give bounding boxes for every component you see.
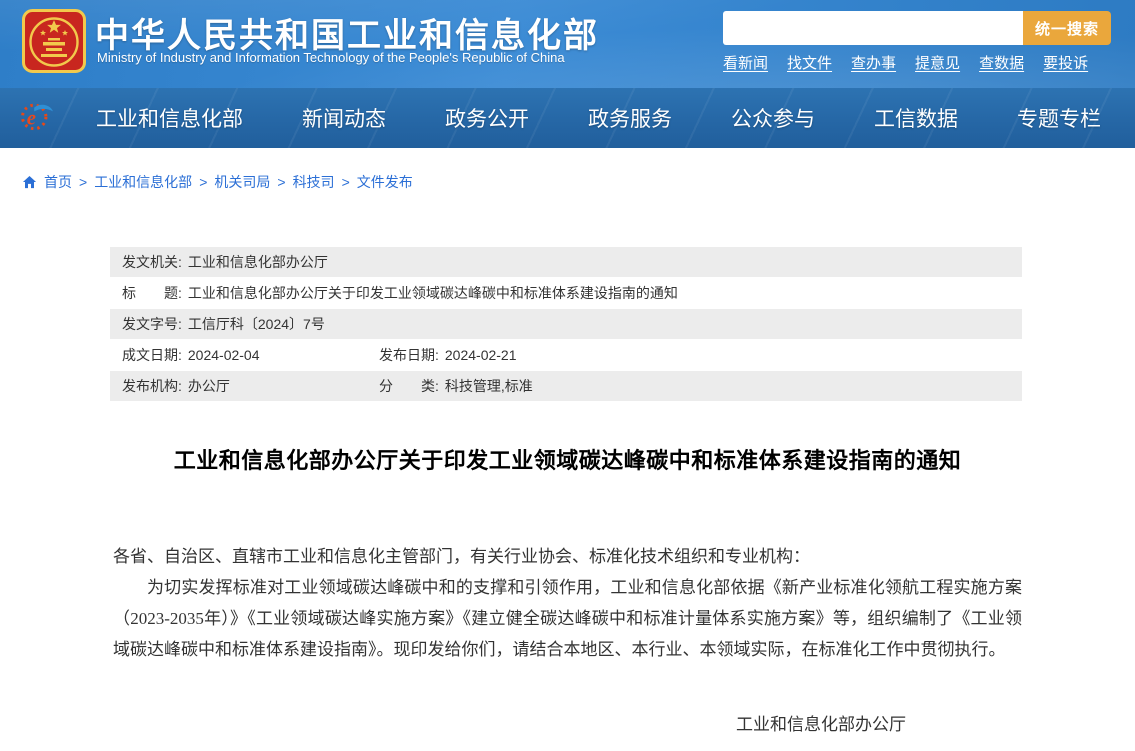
unified-search-button[interactable]: 统一搜索 [1023, 11, 1111, 45]
signature-org: 工业和信息化部办公厅 [736, 709, 1022, 740]
body-paragraph: 为切实发挥标准对工业领域碳达峰碳中和的支撑和引领作用，工业和信息化部依据《新产业… [113, 572, 1022, 665]
nav-item-miit[interactable]: 工业和信息化部 [96, 103, 243, 133]
breadcrumb-home[interactable]: 首页 [44, 172, 72, 192]
quick-link-complaint[interactable]: 要投诉 [1043, 52, 1088, 73]
national-emblem-icon [22, 8, 86, 79]
nav-item-special[interactable]: 专题专栏 [1017, 103, 1101, 133]
nav-items: 工业和信息化部 新闻动态 政务公开 政务服务 公众参与 工信数据 专题专栏 [54, 103, 1135, 133]
salutation-paragraph: 各省、自治区、直辖市工业和信息化主管部门，有关行业协会、标准化技术组织和专业机构… [113, 541, 1022, 572]
quick-link-data[interactable]: 查数据 [979, 52, 1024, 73]
nav-item-gov-openness[interactable]: 政务公开 [445, 103, 529, 133]
meta-row-dates: 成文日期: 2024-02-04 发布日期: 2024-02-21 [110, 340, 1022, 370]
svg-text:e: e [27, 107, 36, 129]
breadcrumb: 首页 > 工业和信息化部 > 机关司局 > 科技司 > 文件发布 [22, 172, 1135, 192]
meta-label: 发文字号: [110, 316, 182, 332]
meta-row-title: 标 题: 工业和信息化部办公厅关于印发工业领域碳达峰碳中和标准体系建设指南的通知 [110, 278, 1022, 308]
nav-item-news[interactable]: 新闻动态 [302, 103, 386, 133]
meta-value: 工信厅科〔2024〕7号 [188, 316, 325, 332]
search-bar: 统一搜索 [723, 11, 1111, 45]
meta-value: 工业和信息化部办公厅 [188, 254, 328, 270]
search-input[interactable] [723, 11, 1023, 45]
meta-label: 分 类: [367, 378, 439, 394]
breadcrumb-separator: > [199, 174, 207, 190]
miit-e-logo-icon: e [20, 101, 54, 136]
breadcrumb-miit[interactable]: 工业和信息化部 [94, 172, 192, 192]
quick-link-files[interactable]: 找文件 [787, 52, 832, 73]
meta-label: 发布机构: [110, 378, 182, 394]
breadcrumb-separator: > [277, 174, 285, 190]
site-subtitle: Ministry of Industry and Information Tec… [97, 50, 565, 65]
quick-link-services[interactable]: 查办事 [851, 52, 896, 73]
meta-label: 发布日期: [367, 347, 439, 363]
signature-block: 工业和信息化部办公厅 2024年2月4日 [113, 709, 1022, 751]
breadcrumb-separator: > [79, 174, 87, 190]
breadcrumb-departments[interactable]: 机关司局 [214, 172, 270, 192]
breadcrumb-document-release: 文件发布 [357, 172, 413, 192]
meta-value: 科技管理,标准 [445, 378, 533, 394]
meta-label: 标 题: [110, 285, 182, 301]
breadcrumb-science-tech-dept[interactable]: 科技司 [293, 172, 335, 192]
nav-item-participation[interactable]: 公众参与 [731, 103, 815, 133]
home-icon[interactable] [22, 175, 37, 190]
meta-value: 2024-02-21 [445, 347, 517, 363]
meta-value: 工业和信息化部办公厅关于印发工业领域碳达峰碳中和标准体系建设指南的通知 [188, 285, 678, 301]
meta-label: 发文机关: [110, 254, 182, 270]
meta-row-publisher-category: 发布机构: 办公厅 分 类: 科技管理,标准 [110, 371, 1022, 401]
meta-value: 办公厅 [188, 378, 230, 394]
meta-value: 2024-02-04 [188, 347, 260, 363]
site-header-banner: 中华人民共和国工业和信息化部 Ministry of Industry and … [0, 0, 1135, 88]
meta-row-issuing-authority: 发文机关: 工业和信息化部办公厅 [110, 247, 1022, 277]
quick-link-news[interactable]: 看新闻 [723, 52, 768, 73]
main-nav: e 工业和信息化部 新闻动态 政务公开 政务服务 公众参与 工信数据 专题专栏 [0, 88, 1135, 148]
document-meta-table: 发文机关: 工业和信息化部办公厅 标 题: 工业和信息化部办公厅关于印发工业领域碳达… [110, 247, 1022, 401]
document-title: 工业和信息化部办公厅关于印发工业领域碳达峰碳中和标准体系建设指南的通知 [110, 443, 1025, 475]
breadcrumb-separator: > [342, 174, 350, 190]
nav-item-data[interactable]: 工信数据 [874, 103, 958, 133]
meta-label: 成文日期: [110, 347, 182, 363]
nav-item-gov-services[interactable]: 政务服务 [588, 103, 672, 133]
quick-link-feedback[interactable]: 提意见 [915, 52, 960, 73]
document-body: 各省、自治区、直辖市工业和信息化主管部门，有关行业协会、标准化技术组织和专业机构… [113, 541, 1022, 751]
quick-links: 看新闻 找文件 查办事 提意见 查数据 要投诉 [723, 52, 1088, 73]
meta-row-doc-number: 发文字号: 工信厅科〔2024〕7号 [110, 309, 1022, 339]
